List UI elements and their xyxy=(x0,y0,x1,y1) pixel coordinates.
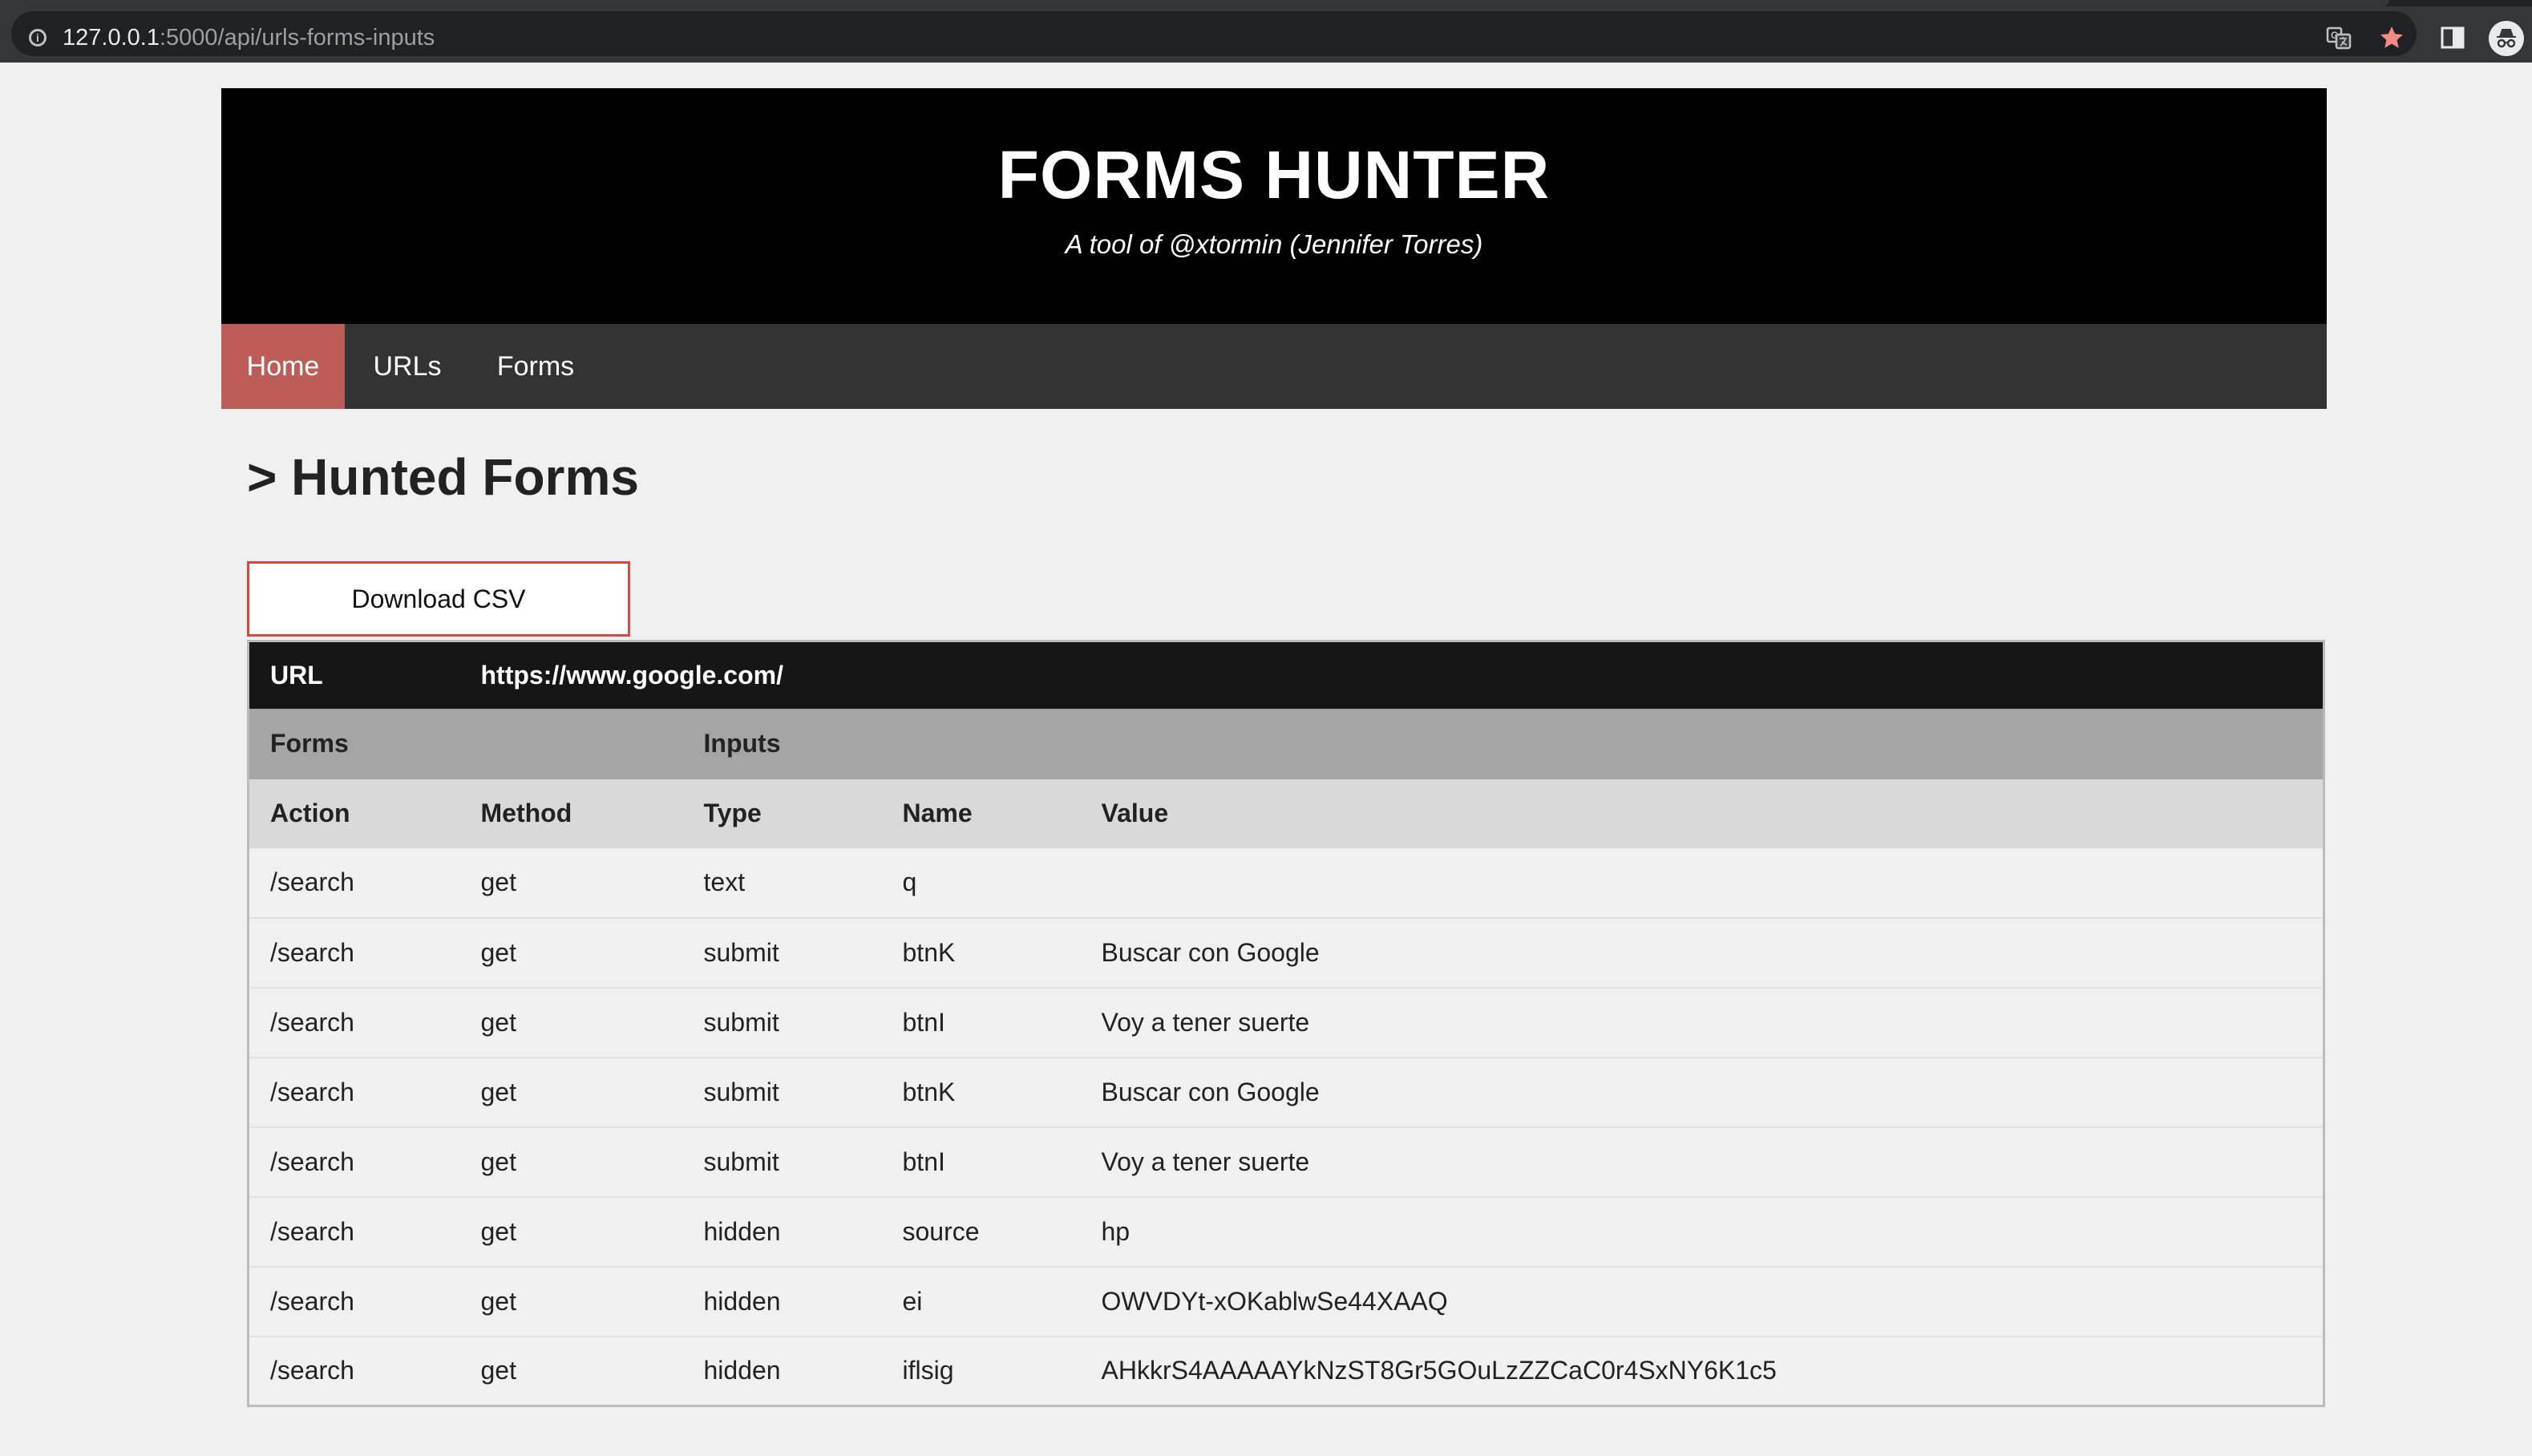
site-header: FORMS HUNTER A tool of @xtormin (Jennife… xyxy=(221,88,2327,324)
tab-edge xyxy=(0,0,2389,6)
table-row: /search get hidden ei OWVDYt-xOKablwSe44… xyxy=(248,1266,2324,1337)
url-label: URL xyxy=(270,660,323,690)
cell-name: btnI xyxy=(881,1126,1081,1198)
column-header-name: Name xyxy=(902,799,973,827)
cell-method: get xyxy=(459,1266,683,1337)
table-row: /search get text q xyxy=(248,847,2324,919)
column-header-type: Type xyxy=(703,799,762,827)
cell-name: q xyxy=(881,847,1081,919)
cell-action: /search xyxy=(248,1196,460,1268)
cell-type: submit xyxy=(682,1057,882,1128)
browser-toolbar: i 127.0.0.1:5000/api/urls-forms-inputs G xyxy=(0,6,2532,63)
cell-name: iflsig xyxy=(902,1356,954,1385)
address-url[interactable]: 127.0.0.1:5000/api/urls-forms-inputs xyxy=(63,25,435,51)
cell-name: ei xyxy=(881,1266,1081,1337)
group-header-row: Forms Inputs xyxy=(248,708,2324,779)
cell-type: submit xyxy=(682,987,882,1058)
cell-type: hidden xyxy=(682,1266,882,1337)
translate-icon[interactable]: G xyxy=(2325,24,2352,51)
side-panel-icon[interactable] xyxy=(2439,24,2466,51)
nav-item-forms[interactable]: Forms xyxy=(470,324,601,409)
cell-method: get xyxy=(459,1126,683,1198)
cell-type: hidden xyxy=(703,1356,781,1385)
column-header-value: Value xyxy=(1101,799,1169,827)
forms-table: URL https://www.google.com/ Forms Inputs… xyxy=(247,640,2325,1407)
cell-value: Buscar con Google xyxy=(1080,917,2324,989)
cell-action: /search xyxy=(248,1126,460,1198)
info-icon[interactable]: i xyxy=(29,29,47,47)
url-path: :5000/api/urls-forms-inputs xyxy=(159,25,435,51)
url-value: https://www.google.com/ xyxy=(480,660,783,690)
cell-action: /search xyxy=(248,1266,460,1337)
table-row: /search get hidden source hp xyxy=(248,1196,2324,1268)
cell-type: submit xyxy=(682,917,882,989)
cell-value xyxy=(1080,847,2324,919)
main-nav: Home URLs Forms xyxy=(221,324,2327,409)
inputs-group-header: Inputs xyxy=(703,729,781,758)
cell-type: hidden xyxy=(682,1196,882,1268)
cell-name: btnI xyxy=(881,987,1081,1058)
site-title: FORMS HUNTER xyxy=(997,137,1551,212)
cell-type: submit xyxy=(682,1126,882,1198)
cell-action: /search xyxy=(270,1356,354,1385)
cell-name: source xyxy=(881,1196,1081,1268)
cell-type: text xyxy=(682,847,882,919)
cell-value: Voy a tener suerte xyxy=(1080,1126,2324,1198)
table-row: /search get submit btnK Buscar con Googl… xyxy=(248,1057,2324,1128)
cell-name: btnK xyxy=(881,1057,1081,1128)
table-row: /search get hidden iflsig AHkkrS4AAAAAYk… xyxy=(249,1337,2324,1406)
column-header-row: Action Method Type Name Value xyxy=(248,779,2324,848)
download-csv-button[interactable]: Download CSV xyxy=(247,561,630,637)
site-subtitle: A tool of @xtormin (Jennifer Torres) xyxy=(1065,229,1483,259)
cell-value: Buscar con Google xyxy=(1080,1057,2324,1128)
column-header-method: Method xyxy=(480,799,572,827)
column-header-action: Action xyxy=(270,799,350,827)
cell-value: OWVDYt-xOKablwSe44XAAQ xyxy=(1080,1266,2324,1337)
cell-value: hp xyxy=(1080,1196,2324,1268)
cell-value: Voy a tener suerte xyxy=(1080,987,2324,1058)
cell-action: /search xyxy=(248,917,460,989)
table-row: /search get submit btnI Voy a tener suer… xyxy=(248,1126,2324,1198)
nav-item-home[interactable]: Home xyxy=(221,324,345,409)
cell-method: get xyxy=(459,987,683,1058)
table-row: /search get submit btnI Voy a tener suer… xyxy=(248,987,2324,1058)
browser-top-strip xyxy=(0,0,2532,6)
cell-method: get xyxy=(459,1196,683,1268)
cell-value: AHkkrS4AAAAAYkNzST8Gr5GOuLzZZCaC0r4SxNY6… xyxy=(1101,1356,1777,1385)
forms-group-header: Forms xyxy=(270,729,349,758)
nav-item-urls[interactable]: URLs xyxy=(345,324,470,409)
cell-action: /search xyxy=(248,1057,460,1128)
url-row: URL https://www.google.com/ xyxy=(248,641,2324,709)
cell-method: get xyxy=(459,917,683,989)
cell-name: btnK xyxy=(881,917,1081,989)
star-icon[interactable] xyxy=(2378,24,2405,51)
cell-method: get xyxy=(480,1356,516,1385)
cell-method: get xyxy=(459,1057,683,1128)
cell-method: get xyxy=(459,847,683,919)
page-title: > Hunted Forms xyxy=(247,448,639,506)
cell-action: /search xyxy=(248,987,460,1058)
table-row: /search get submit btnK Buscar con Googl… xyxy=(248,917,2324,989)
url-host: 127.0.0.1 xyxy=(63,25,160,51)
cell-action: /search xyxy=(248,847,460,919)
incognito-icon[interactable] xyxy=(2489,21,2524,56)
